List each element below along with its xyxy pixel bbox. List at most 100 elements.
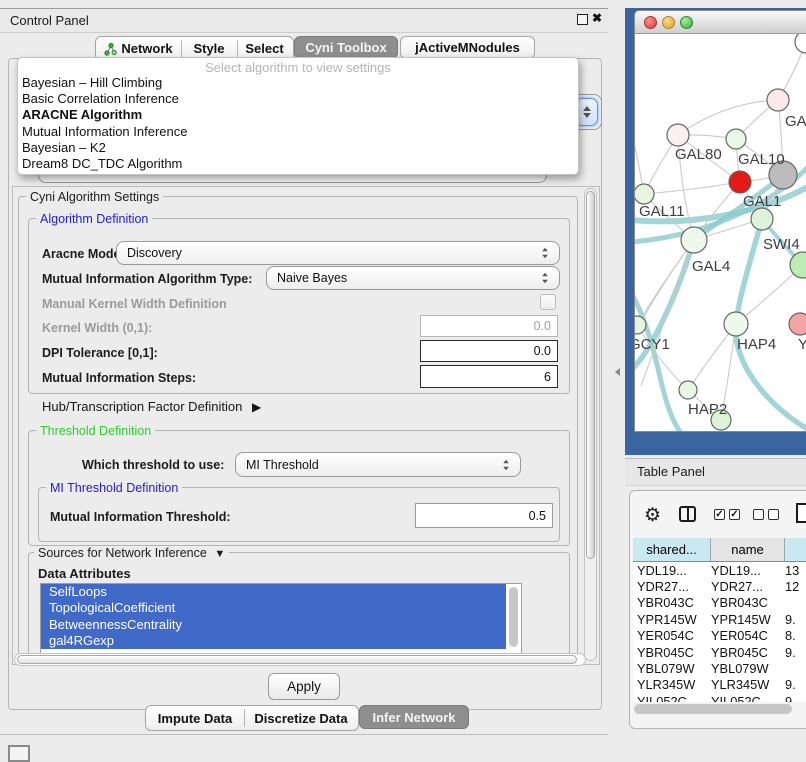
settings-vertical-scrollbar-thumb[interactable] xyxy=(586,191,595,559)
sources-title-text: Sources for Network Inference xyxy=(38,546,207,560)
node-label: HAP2 xyxy=(688,401,727,418)
mi-threshold-group-title: MI Threshold Definition xyxy=(46,481,182,495)
aracne-mode-value: Discovery xyxy=(127,246,537,260)
collapse-arrow-icon: ▶ xyxy=(252,400,261,414)
mi-steps-label: Mutual Information Steps: xyxy=(42,371,196,385)
float-panel-icon[interactable] xyxy=(577,14,588,25)
dropdown-item[interactable]: Basic Correlation Inference xyxy=(18,91,578,107)
tab-jactivemnodules-label: jActiveMNodules xyxy=(415,40,520,55)
manual-kernel-width-checkbox[interactable] xyxy=(540,294,556,310)
control-panel-title: Control Panel xyxy=(10,13,89,28)
control-panel: Control Panel ✖ Network Style xyxy=(0,0,608,735)
node-label: GAL11 xyxy=(639,203,685,220)
dropdown-item[interactable]: Bayesian – Hill Climbing xyxy=(18,75,578,91)
mi-threshold-label: Mutual Information Threshold: xyxy=(50,510,231,524)
list-item[interactable]: TopologicalCoefficient xyxy=(41,600,506,616)
settings-horizontal-scrollbar[interactable] xyxy=(14,653,586,666)
table-horizontal-scrollbar[interactable] xyxy=(633,703,800,715)
which-threshold-value: MI Threshold xyxy=(246,458,498,472)
splitter-collapse-icon[interactable] xyxy=(615,368,620,376)
mi-algorithm-type-combo[interactable]: Naive Bayes xyxy=(266,266,560,290)
node-label: GAL10 xyxy=(738,151,785,168)
dropdown-item[interactable]: Dream8 DC_TDC Algorithm xyxy=(18,156,578,172)
network-graph xyxy=(635,34,806,432)
node-label: GAL1 xyxy=(743,193,781,210)
column-header-shared-name[interactable]: shared... xyxy=(633,538,711,561)
table-row[interactable]: YBL079W YBL079W xyxy=(633,660,806,676)
dpi-tolerance-field[interactable]: 0.0 xyxy=(420,340,558,362)
bottom-tab-group: Impute Data Discretize Data xyxy=(145,705,359,731)
hub-section-toggle[interactable]: Hub/Transcription Factor Definition ▶ xyxy=(42,399,261,414)
table-row[interactable]: YBR045C YBR045C 9. xyxy=(633,644,806,660)
aracne-mode-combo[interactable]: Discovery xyxy=(116,241,560,265)
mi-steps-field[interactable]: 6 xyxy=(420,365,558,388)
data-attributes-label: Data Attributes xyxy=(38,566,131,581)
list-vertical-scrollbar[interactable] xyxy=(509,587,518,647)
panel-splitter[interactable] xyxy=(608,0,625,762)
network-node xyxy=(789,313,806,335)
tab-cyni-toolbox[interactable]: Cyni Toolbox xyxy=(294,36,398,59)
apply-button[interactable]: Apply xyxy=(268,673,340,700)
manual-kernel-width-label: Manual Kernel Width Definition xyxy=(42,297,227,311)
window-close-button[interactable] xyxy=(644,16,657,29)
node-label: Y xyxy=(798,336,806,353)
data-attributes-list[interactable]: SelfLoops TopologicalCoefficient Between… xyxy=(40,583,522,654)
network-canvas[interactable]: GAL GAL80 GAL10 GAL1 GAL11 GAL4 SWI4 GCY… xyxy=(635,34,806,432)
table-row[interactable]: YIL052C YIL052C 9 xyxy=(633,693,806,702)
table-row[interactable]: YLR345W YLR345W 9. xyxy=(633,677,806,693)
settings-vertical-scrollbar[interactable] xyxy=(584,188,597,661)
dropdown-item[interactable]: Bayesian – K2 xyxy=(18,140,578,156)
column-header-partial[interactable] xyxy=(785,538,806,561)
window-zoom-button[interactable] xyxy=(680,16,693,29)
table-row[interactable]: YPR145W YPR145W 9. xyxy=(633,611,806,627)
minimized-panel-icon[interactable] xyxy=(8,745,30,762)
spinner-up-icon xyxy=(542,273,548,277)
tab-divider xyxy=(244,709,245,727)
table-settings-gear-icon[interactable]: ⚙ xyxy=(644,504,661,527)
kernel-width-label: Kernel Width (0,1): xyxy=(42,321,152,335)
kernel-width-value: 0.0 xyxy=(534,319,551,333)
control-panel-titlebar[interactable] xyxy=(0,8,608,33)
close-panel-icon[interactable]: ✖ xyxy=(592,11,602,25)
table-row[interactable]: YBR043C YBR043C xyxy=(633,595,806,611)
network-node xyxy=(635,184,654,204)
table-horizontal-scrollbar-thumb[interactable] xyxy=(634,704,792,714)
dropdown-placeholder: Select algorithm to view settings xyxy=(18,58,578,75)
table-row[interactable]: YER054C YER054C 8. xyxy=(633,628,806,644)
select-all-columns-icon[interactable]: ✓✓ xyxy=(714,509,740,520)
dropdown-item-selected[interactable]: ARACNE Algorithm xyxy=(18,107,578,123)
split-columns-icon[interactable] xyxy=(679,506,696,522)
tab-impute-data[interactable]: Impute Data xyxy=(146,706,244,730)
mi-algorithm-type-label: Mutual Information Algorithm Type: xyxy=(42,272,252,286)
settings-horizontal-scrollbar-thumb[interactable] xyxy=(17,655,577,664)
network-window-titlebar[interactable] xyxy=(635,11,806,34)
tab-jactivemnodules[interactable]: jActiveMNodules xyxy=(400,36,535,59)
list-item[interactable]: BetweennessCentrality xyxy=(41,617,506,633)
deselect-all-columns-icon[interactable] xyxy=(753,509,779,520)
expand-arrow-icon: ▼ xyxy=(214,548,225,560)
network-window[interactable]: GAL GAL80 GAL10 GAL1 GAL11 GAL4 SWI4 GCY… xyxy=(634,10,806,432)
column-header-name[interactable]: name xyxy=(711,538,785,561)
tab-discretize-data[interactable]: Discretize Data xyxy=(244,706,358,730)
new-table-icon[interactable] xyxy=(796,503,806,523)
window-minimize-button[interactable] xyxy=(662,16,675,29)
tab-infer-network[interactable]: Infer Network xyxy=(359,705,469,729)
list-item[interactable]: SelfLoops xyxy=(41,584,506,600)
spinner-down-icon xyxy=(583,113,591,118)
tab-impute-data-label: Impute Data xyxy=(158,711,232,726)
cyni-algorithm-settings-title: Cyni Algorithm Settings xyxy=(26,190,163,204)
sources-group-title[interactable]: Sources for Network Inference ▼ xyxy=(34,546,229,560)
list-item[interactable]: gal4RGexp xyxy=(41,633,506,649)
table-row[interactable]: YDL19... YDL19... 13 xyxy=(633,562,806,578)
dropdown-item[interactable]: Mutual Information Inference xyxy=(18,124,578,140)
node-table: shared... name YDL19... YDL19... 13 YDR2… xyxy=(633,538,806,702)
kernel-width-field[interactable]: 0.0 xyxy=(420,315,558,337)
node-label: GAL xyxy=(785,113,806,130)
threshold-definition-title: Threshold Definition xyxy=(36,424,155,438)
network-node xyxy=(726,129,746,149)
spinner-down-icon xyxy=(542,255,548,259)
table-row[interactable]: YDR27... YDR27... 12 xyxy=(633,578,806,594)
which-threshold-label: Which threshold to use: xyxy=(82,458,224,472)
mi-threshold-field[interactable]: 0.5 xyxy=(415,503,553,528)
which-threshold-combo[interactable]: MI Threshold xyxy=(235,452,521,477)
